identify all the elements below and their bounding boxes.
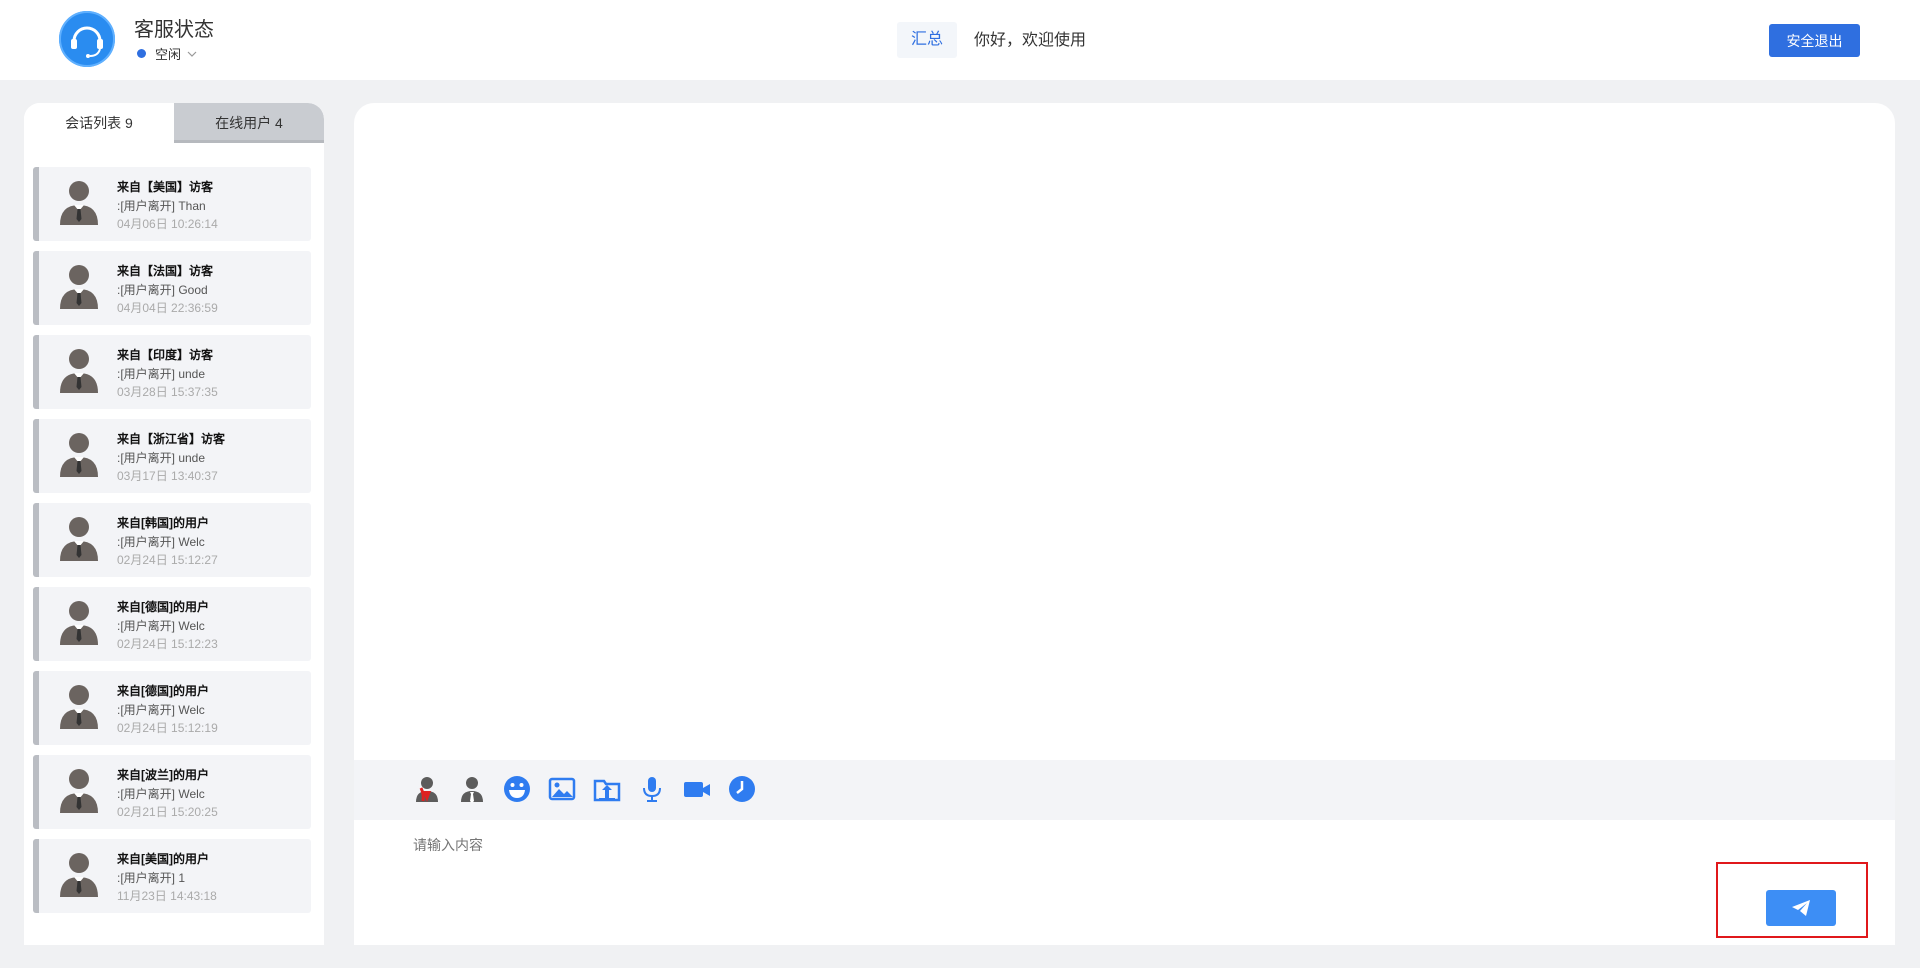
conversation-title: 来自【浙江省】访客	[117, 432, 226, 446]
conversation-title: 来自【法国】访客	[117, 264, 214, 278]
panel-tabs: 会话列表 9 在线用户 4	[24, 103, 324, 143]
visitor-avatar-icon	[60, 601, 98, 645]
status-value: 空闲	[155, 47, 182, 62]
conversation-title: 来自[波兰]的用户	[117, 768, 209, 782]
conversation-last-message: :[用户离开] unde	[117, 367, 206, 381]
conversation-item[interactable]: 来自[德国]的用户 :[用户离开] Welc 02月24日 15:12:23	[33, 587, 311, 661]
conversation-last-message: :[用户离开] Welc	[117, 535, 205, 549]
conversation-last-message: :[用户离开] Welc	[117, 619, 205, 633]
send-paper-plane-icon	[1792, 900, 1810, 916]
conversation-time: 02月24日 15:12:19	[117, 721, 218, 735]
conversation-item[interactable]: 来自【法国】访客 :[用户离开] Good 04月04日 22:36:59	[33, 251, 311, 325]
chat-panel	[354, 103, 1895, 945]
conversation-time: 02月24日 15:12:27	[117, 553, 218, 567]
conversation-last-message: :[用户离开] Welc	[117, 787, 205, 801]
conversation-last-message: :[用户离开] unde	[117, 451, 206, 465]
conversation-last-message: :[用户离开] Good	[117, 283, 208, 297]
conversation-item[interactable]: 来自[韩国]的用户 :[用户离开] Welc 02月24日 15:12:27	[33, 503, 311, 577]
chat-toolbar	[354, 760, 1895, 820]
conversation-list: 来自【美国】访客 :[用户离开] Than 04月06日 10:26:14 来自【法国…	[33, 167, 311, 923]
conversation-time: 03月17日 13:40:37	[117, 469, 218, 483]
conversation-item[interactable]: 来自【浙江省】访客 :[用户离开] unde 03月17日 13:40:37	[33, 419, 311, 493]
visitor-avatar-icon	[60, 349, 98, 393]
visitor-avatar-icon	[60, 181, 98, 225]
conversation-title: 来自[韩国]的用户	[117, 516, 209, 530]
visitor-avatar-icon	[60, 853, 98, 897]
file-upload-icon[interactable]	[592, 774, 622, 804]
visitor-avatar-icon	[60, 685, 98, 729]
conversation-time: 11月23日 14:43:18	[117, 889, 217, 903]
user-name: 汇总	[897, 22, 958, 58]
conversation-time: 04月04日 22:36:59	[117, 301, 218, 315]
conversation-title: 来自[德国]的用户	[117, 600, 209, 614]
conversation-item[interactable]: 来自[美国]的用户 :[用户离开] 1 11月23日 14:43:18	[33, 839, 311, 913]
conversation-item[interactable]: 来自[波兰]的用户 :[用户离开] Welc 02月21日 15:20:25	[33, 755, 311, 829]
status-dropdown[interactable]: 空闲	[137, 44, 197, 63]
history-clock-icon[interactable]	[727, 774, 757, 804]
chevron-down-icon	[187, 51, 197, 57]
tab-conversations[interactable]: 会话列表 9	[24, 103, 174, 143]
visitor-avatar-icon	[60, 769, 98, 813]
video-icon[interactable]	[682, 774, 712, 804]
welcome-text: 你好，欢迎使用	[974, 32, 1087, 49]
user-info-icon[interactable]	[457, 774, 487, 804]
agent-status-title: 客服状态	[134, 19, 214, 41]
customer-service-logo-icon	[59, 11, 115, 67]
conversation-last-message: :[用户离开] Than	[117, 199, 206, 213]
conversation-time: 04月06日 10:26:14	[117, 217, 218, 231]
emoji-icon[interactable]	[502, 774, 532, 804]
message-input[interactable]	[413, 835, 1793, 895]
conversation-title: 来自[美国]的用户	[117, 852, 209, 866]
conversation-title: 来自[德国]的用户	[117, 684, 209, 698]
tab-online-users[interactable]: 在线用户 4	[174, 103, 324, 143]
status-dot-icon	[137, 49, 146, 58]
conversation-title: 来自【印度】访客	[117, 348, 214, 362]
conversation-time: 02月24日 15:12:23	[117, 637, 218, 651]
conversation-panel: 会话列表 9 在线用户 4 来自【美国】访客 :[用户离开] Than 04月06日…	[24, 103, 324, 945]
send-button[interactable]	[1766, 890, 1836, 926]
transfer-user-icon[interactable]	[412, 774, 442, 804]
image-icon[interactable]	[547, 774, 577, 804]
visitor-avatar-icon	[60, 265, 98, 309]
logout-button[interactable]: 安全退出	[1769, 24, 1860, 57]
conversation-item[interactable]: 来自[德国]的用户 :[用户离开] Welc 02月24日 15:12:19	[33, 671, 311, 745]
conversation-time: 03月28日 15:37:35	[117, 385, 218, 399]
visitor-avatar-icon	[60, 517, 98, 561]
conversation-time: 02月21日 15:20:25	[117, 805, 218, 819]
conversation-last-message: :[用户离开] Welc	[117, 703, 205, 717]
top-header: 客服状态 空闲 汇总 你好，欢迎使用 安全退出	[0, 0, 1920, 80]
conversation-item[interactable]: 来自【印度】访客 :[用户离开] unde 03月28日 15:37:35	[33, 335, 311, 409]
conversation-title: 来自【美国】访客	[117, 180, 214, 194]
conversation-item[interactable]: 来自【美国】访客 :[用户离开] Than 04月06日 10:26:14	[33, 167, 311, 241]
visitor-avatar-icon	[60, 433, 98, 477]
microphone-icon[interactable]	[637, 774, 667, 804]
conversation-last-message: :[用户离开] 1	[117, 871, 186, 885]
